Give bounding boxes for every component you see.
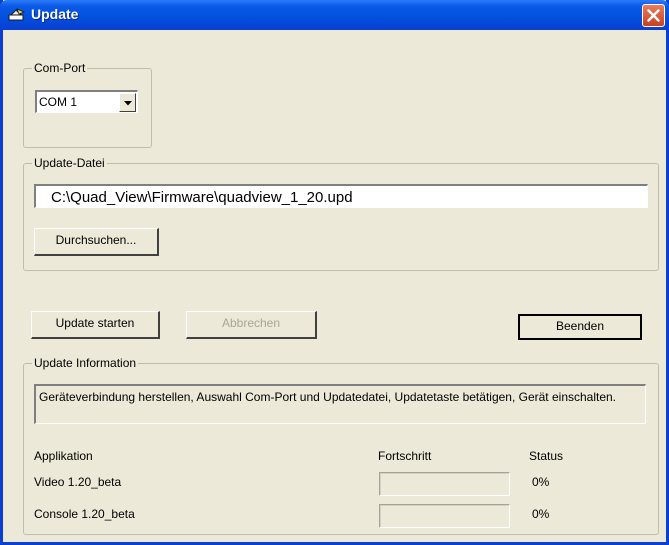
update-window: Update Com-Port COM 1 Update-Datei C:\Qu… — [0, 0, 669, 545]
com-port-select[interactable]: COM 1 — [35, 90, 138, 113]
update-start-button[interactable]: Update starten — [31, 311, 160, 339]
row-console-status: 0% — [532, 507, 550, 521]
window-title: Update — [31, 6, 79, 22]
header-progress: Fortschritt — [378, 449, 432, 463]
row-video-progress-bar — [379, 472, 510, 496]
com-port-group: Com-Port COM 1 — [23, 61, 152, 148]
close-button[interactable] — [642, 4, 665, 27]
chevron-down-icon — [124, 101, 132, 106]
com-port-legend: Com-Port — [32, 61, 88, 75]
title-bar[interactable]: Update — [0, 0, 669, 30]
row-console-application: Console 1.20_beta — [34, 507, 135, 521]
update-file-path-field[interactable]: C:\Quad_View\Firmware\quadview_1_20.upd — [34, 184, 648, 208]
update-info-legend: Update Information — [32, 356, 139, 370]
row-console-progress-bar — [379, 504, 510, 528]
update-file-group: Update-Datei C:\Quad_View\Firmware\quadv… — [23, 156, 659, 271]
app-icon — [8, 8, 26, 21]
cancel-button[interactable]: Abbrechen — [186, 311, 317, 339]
com-port-value: COM 1 — [39, 95, 78, 109]
close-icon — [647, 9, 660, 22]
row-video-application: Video 1.20_beta — [34, 475, 122, 489]
header-application: Applikation — [34, 449, 93, 463]
browse-button[interactable]: Durchsuchen... — [34, 228, 159, 256]
combo-dropdown-button[interactable] — [119, 93, 136, 112]
info-message: Geräteverbindung herstellen, Auswahl Com… — [34, 384, 646, 424]
update-info-group: Update Information Geräteverbindung hers… — [23, 356, 659, 535]
header-status: Status — [529, 449, 564, 463]
update-file-legend: Update-Datei — [32, 156, 107, 170]
row-video-status: 0% — [532, 475, 550, 489]
exit-button[interactable]: Beenden — [518, 314, 642, 340]
